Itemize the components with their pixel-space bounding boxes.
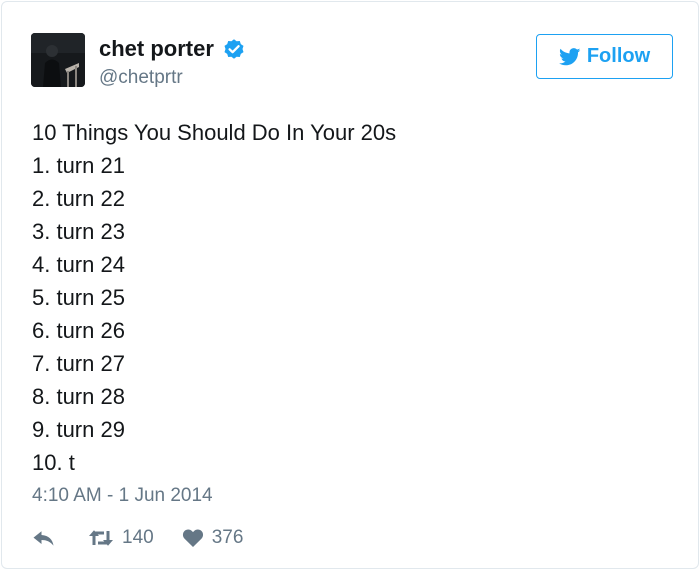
- avatar[interactable]: [31, 33, 85, 87]
- verified-badge-icon: [224, 39, 244, 59]
- like-count: 376: [211, 527, 244, 548]
- tweet-list-item: 3. turn 23: [32, 219, 125, 244]
- tweet-actions: 140 376: [32, 524, 243, 552]
- tweet-list-item: 6. turn 26: [32, 318, 125, 343]
- avatar-image: [31, 33, 85, 87]
- follow-button-label: Follow: [586, 45, 651, 67]
- tweet-list-item: 2. turn 22: [32, 186, 125, 211]
- like-button[interactable]: 376: [182, 526, 244, 550]
- tweet-title-line: 10 Things You Should Do In Your 20s: [32, 120, 397, 145]
- retweet-icon: [89, 530, 113, 546]
- tweet-card: chet porter @chetprtr Follow 10 Things Y…: [1, 1, 699, 569]
- retweet-button[interactable]: 140: [88, 526, 154, 550]
- reply-icon: [33, 531, 54, 546]
- tweet-list-item: 8. turn 28: [32, 384, 125, 409]
- tweet-timestamp[interactable]: 4:10 AM - 1 Jun 2014: [32, 484, 213, 508]
- user-name-text: chet porter: [99, 36, 214, 61]
- retweet-count: 140: [122, 527, 154, 548]
- user-name[interactable]: chet porter: [99, 36, 246, 62]
- heart-icon: [182, 529, 203, 547]
- twitter-bird-icon: [558, 47, 581, 65]
- tweet-text: 10 Things You Should Do In Your 20s 1. t…: [32, 116, 672, 479]
- tweet-list-item: 5. turn 25: [32, 285, 125, 310]
- user-handle[interactable]: @chetprtr: [99, 66, 183, 90]
- tweet-list-item: 10. t: [32, 450, 75, 475]
- tweet-list-item: 1. turn 21: [32, 153, 125, 178]
- tweet-list-item: 7. turn 27: [32, 351, 125, 376]
- follow-button[interactable]: Follow: [536, 34, 673, 79]
- reply-button[interactable]: [32, 528, 56, 548]
- tweet-list-item: 4. turn 24: [32, 252, 125, 277]
- tweet-list-item: 9. turn 29: [32, 417, 125, 442]
